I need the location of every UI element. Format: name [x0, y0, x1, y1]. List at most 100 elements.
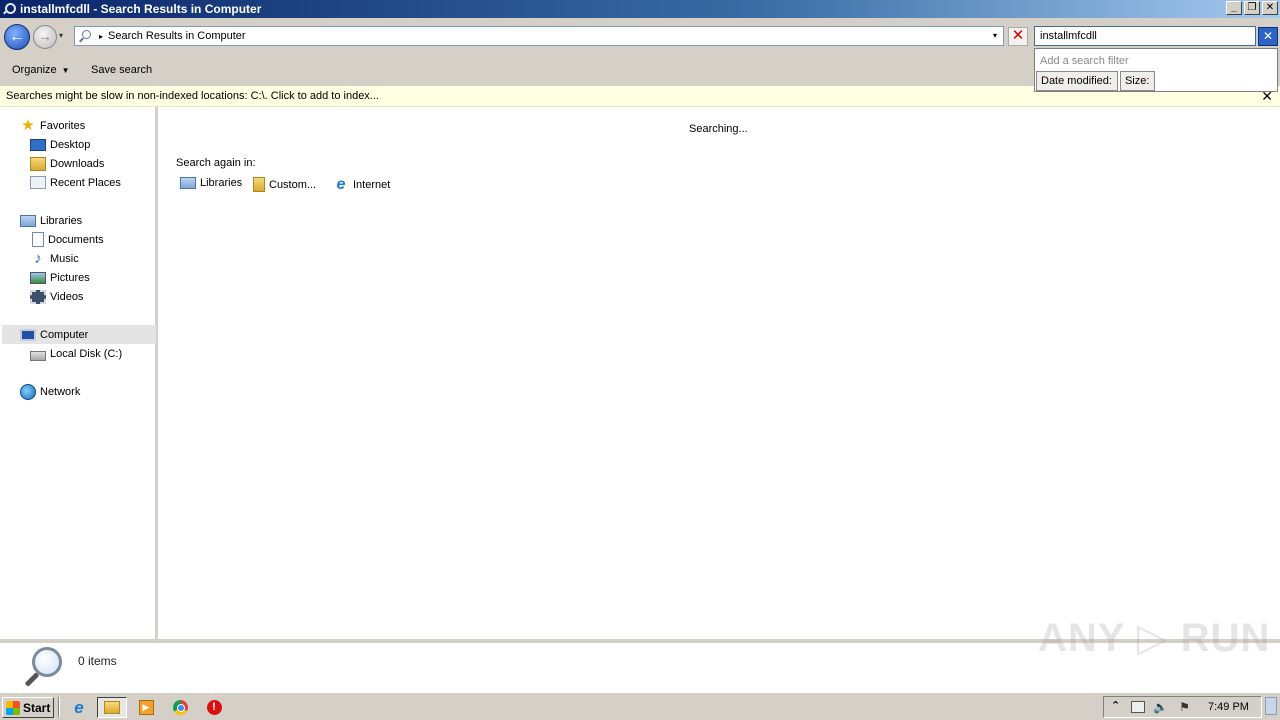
- title-bar: installmfcdll - Search Results in Comput…: [0, 0, 1280, 18]
- search-status: Searching...: [689, 123, 748, 135]
- sidebar-item-label: Documents: [48, 233, 104, 246]
- show-desktop-button[interactable]: [1265, 697, 1277, 715]
- clock[interactable]: 7:49 PM: [1208, 701, 1249, 713]
- minimize-button[interactable]: _: [1226, 1, 1242, 15]
- details-pane: 0 items ANY ▷ RUN: [0, 616, 1280, 692]
- libraries-icon: [20, 214, 36, 227]
- window-controls: _ ❐ ✕: [1226, 1, 1278, 15]
- window-title: installmfcdll - Search Results in Comput…: [20, 2, 262, 16]
- search-again-item-label: Custom...: [269, 178, 317, 191]
- search-results-area: Searching... Search again in: Libraries …: [161, 107, 1280, 639]
- start-label: Start: [23, 700, 51, 715]
- maximize-button[interactable]: ❐: [1244, 1, 1260, 15]
- network-status-icon[interactable]: [1131, 701, 1145, 713]
- organize-label: Organize: [12, 64, 57, 76]
- desktop-icon: [30, 139, 46, 151]
- address-location[interactable]: Search Results in Computer: [108, 30, 246, 42]
- libraries-icon: [180, 177, 196, 189]
- custom-folder-icon: [253, 177, 265, 192]
- sidebar-item-favorites[interactable]: ★ Favorites: [20, 116, 85, 135]
- sidebar-item-label: Videos: [50, 290, 84, 303]
- sidebar-item-label: Network: [40, 385, 81, 398]
- sidebar-item-downloads[interactable]: Downloads: [30, 154, 104, 173]
- filter-date-modified[interactable]: Date modified:: [1036, 71, 1118, 91]
- sidebar-item-label: Pictures: [50, 271, 90, 284]
- search-again-label: Search again in:: [176, 157, 256, 169]
- sidebar-item-label: Libraries: [40, 214, 83, 227]
- address-separator[interactable]: ▸: [99, 32, 103, 41]
- downloads-folder-icon: [30, 156, 46, 171]
- search-filter-dropdown: Add a search filter Date modified: Size:: [1034, 48, 1278, 92]
- taskbar-internet-explorer[interactable]: e: [64, 697, 94, 718]
- info-bar-text[interactable]: Searches might be slow in non-indexed lo…: [6, 90, 379, 102]
- taskbar: Start e ▶ ! ⌃ 🔈 ⚑ 7:49 PM: [0, 692, 1280, 720]
- taskbar-stop-app[interactable]: !: [199, 697, 229, 718]
- address-bar[interactable]: ▸ Search Results in Computer ▾: [74, 26, 1004, 46]
- documents-icon: [32, 232, 44, 247]
- save-search-button[interactable]: Save search: [91, 64, 152, 76]
- taskbar-media-player[interactable]: ▶: [131, 697, 161, 718]
- sidebar-item-label: Downloads: [50, 157, 105, 170]
- sidebar-item-label: Music: [50, 252, 79, 265]
- taskbar-explorer[interactable]: [97, 697, 127, 718]
- stop-search-button[interactable]: ✕: [1008, 27, 1028, 46]
- chrome-icon: [172, 700, 188, 715]
- search-again-item-label: Internet: [353, 179, 391, 191]
- search-again-libraries[interactable]: Libraries: [180, 177, 242, 189]
- navigation-pane: ★ Favorites Desktop Downloads Recent Pla…: [0, 107, 158, 639]
- show-hidden-icons-icon[interactable]: ⌃: [1111, 699, 1120, 712]
- search-window-icon: [2, 2, 16, 16]
- recent-places-icon: [30, 176, 46, 189]
- magnifier-icon: [22, 645, 66, 691]
- stop-sign-icon: !: [206, 700, 222, 715]
- folder-icon: [104, 701, 120, 714]
- search-filter-tags: Date modified: Size:: [1036, 71, 1157, 91]
- clear-search-button[interactable]: ✕: [1258, 27, 1278, 46]
- media-player-icon: ▶: [138, 700, 154, 715]
- action-center-flag-icon[interactable]: ⚑: [1177, 700, 1192, 714]
- sidebar-item-label: Desktop: [50, 138, 91, 151]
- forward-button[interactable]: →: [33, 25, 57, 49]
- taskbar-chrome[interactable]: [165, 697, 195, 718]
- back-button[interactable]: ←: [4, 24, 30, 50]
- close-button[interactable]: ✕: [1262, 1, 1278, 15]
- volume-icon[interactable]: 🔈: [1153, 700, 1168, 714]
- start-button[interactable]: Start: [2, 697, 54, 718]
- sidebar-item-libraries[interactable]: Libraries: [20, 211, 82, 230]
- sidebar-item-pictures[interactable]: Pictures: [30, 268, 90, 287]
- sidebar-item-local-disk[interactable]: Local Disk (C:): [30, 344, 122, 363]
- sidebar-item-label: Local Disk (C:): [50, 347, 123, 360]
- search-again-item-label: Libraries: [200, 177, 243, 189]
- star-icon: ★: [21, 116, 35, 134]
- sidebar-item-desktop[interactable]: Desktop: [30, 135, 90, 154]
- internet-explorer-icon: e: [336, 176, 346, 193]
- search-filter-hint: Add a search filter: [1040, 55, 1129, 67]
- sidebar-item-recent-places[interactable]: Recent Places: [30, 173, 121, 192]
- search-again-custom[interactable]: Custom...: [253, 177, 316, 192]
- sidebar-item-music[interactable]: ♪ Music: [30, 249, 79, 268]
- sidebar-item-network[interactable]: Network: [20, 382, 80, 401]
- sidebar-item-videos[interactable]: Videos: [30, 287, 83, 306]
- address-dropdown-icon[interactable]: ▾: [993, 31, 997, 40]
- sidebar-item-label: Computer: [40, 328, 89, 341]
- item-count: 0 items: [78, 654, 117, 668]
- network-globe-icon: [20, 383, 36, 400]
- filter-size[interactable]: Size:: [1119, 71, 1156, 91]
- watermark-logo: ANY ▷ RUN: [1038, 616, 1271, 660]
- pictures-icon: [30, 271, 46, 284]
- sidebar-item-label: Recent Places: [50, 176, 121, 189]
- film-strip-icon: [30, 289, 46, 304]
- computer-icon: [20, 328, 36, 341]
- sidebar-item-computer[interactable]: Computer: [2, 325, 156, 344]
- windows-logo-icon: [6, 700, 20, 715]
- taskbar-separator: [58, 697, 60, 717]
- recent-pages-button[interactable]: ▾: [59, 31, 63, 40]
- organize-button[interactable]: Organize ▼: [12, 64, 70, 76]
- search-location-icon: [78, 29, 92, 43]
- music-note-icon: ♪: [34, 249, 42, 267]
- internet-explorer-icon: e: [74, 697, 84, 717]
- search-input[interactable]: installmfcdll: [1034, 26, 1256, 46]
- search-again-internet[interactable]: e Internet: [333, 176, 391, 193]
- chevron-down-icon: ▼: [61, 66, 70, 75]
- sidebar-item-documents[interactable]: Documents: [30, 230, 104, 249]
